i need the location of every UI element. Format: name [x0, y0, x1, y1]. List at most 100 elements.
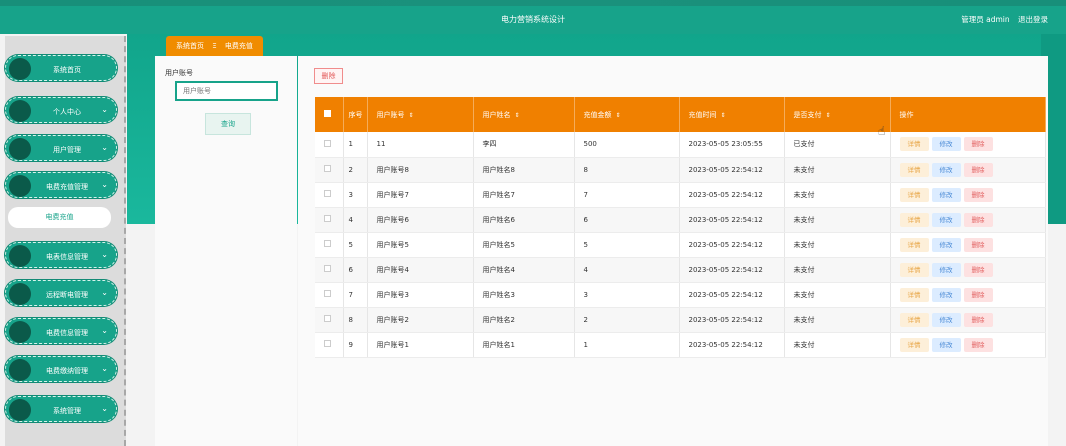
row-select-cell[interactable]	[315, 282, 344, 308]
menu-dot-icon	[9, 138, 31, 160]
sidebar-item-7[interactable]: 电费缴纳管理 ⌄	[5, 356, 117, 382]
detail-button[interactable]: 详情	[899, 162, 929, 177]
edit-button[interactable]: 修改	[931, 287, 961, 302]
menu-dot-icon	[9, 399, 31, 421]
detail-button[interactable]: 详情	[899, 312, 929, 327]
sidebar-item-4[interactable]: 电表信息管理 ⌄	[5, 242, 117, 268]
breadcrumb-tab[interactable]: 系统首页 Ξ 电费充值	[166, 36, 263, 56]
admin-label: 管理员 admin	[961, 15, 1010, 24]
table-row: 2 用户账号8 用户姓名8 8 2023-05-05 22:54:12 未支付 详情 修改删…	[315, 157, 1046, 183]
cell-paid: 未支付	[784, 307, 891, 333]
top-bar: 电力营销系统设计 管理员 admin 退出登录	[0, 0, 1066, 34]
edit-button[interactable]: 修改	[931, 262, 961, 277]
row-select-cell[interactable]	[315, 307, 344, 333]
account-search-input[interactable]	[175, 81, 278, 101]
menu-dot-icon	[9, 283, 31, 305]
sidebar-subitem-recharge[interactable]: 电费充值	[8, 207, 111, 228]
sort-icon[interactable]: ⇕	[616, 112, 621, 119]
detail-button[interactable]: 详情	[899, 187, 929, 202]
delete-button[interactable]: 删除	[963, 237, 993, 252]
sidebar-item-5[interactable]: 远程断电管理 ⌄	[5, 280, 117, 306]
row-select-cell[interactable]	[315, 207, 344, 233]
table-row: 5 用户账号5 用户姓名5 5 2023-05-05 22:54:12 未支付 详情 修改删…	[315, 232, 1046, 258]
cell-amount: 5	[574, 232, 680, 258]
search-button[interactable]: 查询	[205, 113, 251, 135]
row-checkbox[interactable]	[324, 315, 331, 322]
row-select-cell[interactable]	[315, 257, 344, 283]
sort-icon[interactable]: ⇕	[721, 112, 726, 119]
sort-icon[interactable]: ⇕	[409, 112, 414, 119]
delete-button[interactable]: 删除	[963, 162, 993, 177]
cell-paid: 已支付	[784, 132, 891, 158]
col-account[interactable]: 用户账号 ⇕	[367, 97, 474, 132]
table-row: 6 用户账号4 用户姓名4 4 2023-05-05 22:54:12 未支付 详情 修改删…	[315, 257, 1046, 283]
delete-button[interactable]: 删除	[963, 137, 993, 152]
chevron-down-icon: ⌄	[101, 143, 108, 152]
sort-icon[interactable]: ⇕	[515, 112, 520, 119]
select-all-checkbox[interactable]	[324, 110, 331, 117]
row-checkbox[interactable]	[324, 139, 331, 147]
cell-paid: 未支付	[784, 232, 891, 258]
cell-actions: 详情 修改 删除	[890, 207, 1046, 233]
select-all-cell[interactable]	[315, 97, 344, 132]
sidebar-item-2[interactable]: 用户管理 ⌄	[5, 135, 117, 161]
col-amount[interactable]: 充值金额 ⇕	[574, 97, 680, 132]
row-select-cell[interactable]	[315, 332, 344, 358]
row-select-cell[interactable]	[315, 132, 344, 158]
row-select-cell[interactable]	[315, 232, 344, 258]
cell-time: 2023-05-05 22:54:12	[679, 182, 785, 208]
row-checkbox[interactable]	[324, 165, 331, 172]
detail-button[interactable]: 详情	[899, 262, 929, 277]
cell-paid: 未支付	[784, 157, 891, 183]
edit-button[interactable]: 修改	[931, 162, 961, 177]
detail-button[interactable]: 详情	[899, 137, 929, 152]
detail-button[interactable]: 详情	[899, 212, 929, 227]
cell-no: 5	[343, 232, 368, 258]
col-paid[interactable]: 是否支付 ⇕	[784, 97, 891, 132]
edit-button[interactable]: 修改	[931, 137, 961, 152]
row-select-cell[interactable]	[315, 157, 344, 183]
row-checkbox[interactable]	[324, 240, 331, 247]
sidebar-item-label: 系统管理	[53, 407, 81, 415]
sort-icon[interactable]: ⇕	[826, 112, 831, 119]
row-select-cell[interactable]	[315, 182, 344, 208]
sidebar-item-0[interactable]: 系统首页	[5, 55, 117, 81]
detail-button[interactable]: 详情	[899, 337, 929, 352]
table-body: 1 11 李四 500 2023-05-05 23:05:55 已支付 详情 修改 删除 2用…	[315, 132, 1046, 358]
row-checkbox[interactable]	[324, 265, 331, 272]
edit-button[interactable]: 修改	[931, 212, 961, 227]
col-time[interactable]: 充值时间 ⇕	[679, 97, 785, 132]
cell-account: 用户账号2	[367, 307, 474, 333]
batch-delete-button[interactable]: 删除	[314, 68, 343, 84]
delete-button[interactable]: 删除	[963, 187, 993, 202]
detail-button[interactable]: 详情	[899, 287, 929, 302]
sidebar-item-6[interactable]: 电费信息管理 ⌄	[5, 318, 117, 344]
breadcrumb-home[interactable]: 系统首页	[176, 42, 204, 50]
sidebar-item-1[interactable]: 个人中心 ⌄	[5, 97, 117, 123]
row-checkbox[interactable]	[324, 215, 331, 222]
delete-button[interactable]: 删除	[963, 312, 993, 327]
edit-button[interactable]: 修改	[931, 187, 961, 202]
col-name[interactable]: 用户姓名 ⇕	[473, 97, 575, 132]
delete-button[interactable]: 删除	[963, 212, 993, 227]
cell-actions: 详情 修改 删除	[890, 232, 1046, 258]
cell-time: 2023-05-05 23:05:55	[679, 132, 785, 158]
detail-button[interactable]: 详情	[899, 237, 929, 252]
logout-link[interactable]: 退出登录	[1018, 15, 1048, 24]
delete-button[interactable]: 删除	[963, 262, 993, 277]
row-checkbox[interactable]	[324, 190, 331, 197]
row-checkbox[interactable]	[324, 290, 331, 297]
delete-button[interactable]: 删除	[963, 337, 993, 352]
sidebar-item-8[interactable]: 系统管理 ⌄	[5, 396, 117, 422]
row-checkbox[interactable]	[324, 340, 331, 347]
main-content: 删除 序号 用户账号 ⇕ 用户姓名 ⇕ 充值金额 ⇕ 充值时间 ⇕ 是否支付 ⇕ 操作 1…	[298, 56, 1048, 446]
edit-button[interactable]: 修改	[931, 312, 961, 327]
chevron-down-icon: ⌄	[101, 364, 108, 373]
sidebar-item-label: 用户管理	[53, 146, 81, 154]
edit-button[interactable]: 修改	[931, 237, 961, 252]
delete-button[interactable]: 删除	[963, 287, 993, 302]
edit-button[interactable]: 修改	[931, 337, 961, 352]
account-label: 用户账号	[165, 69, 193, 77]
sidebar-item-3[interactable]: 电费充值管理 ⌄	[5, 172, 117, 198]
cell-amount: 8	[574, 157, 680, 183]
